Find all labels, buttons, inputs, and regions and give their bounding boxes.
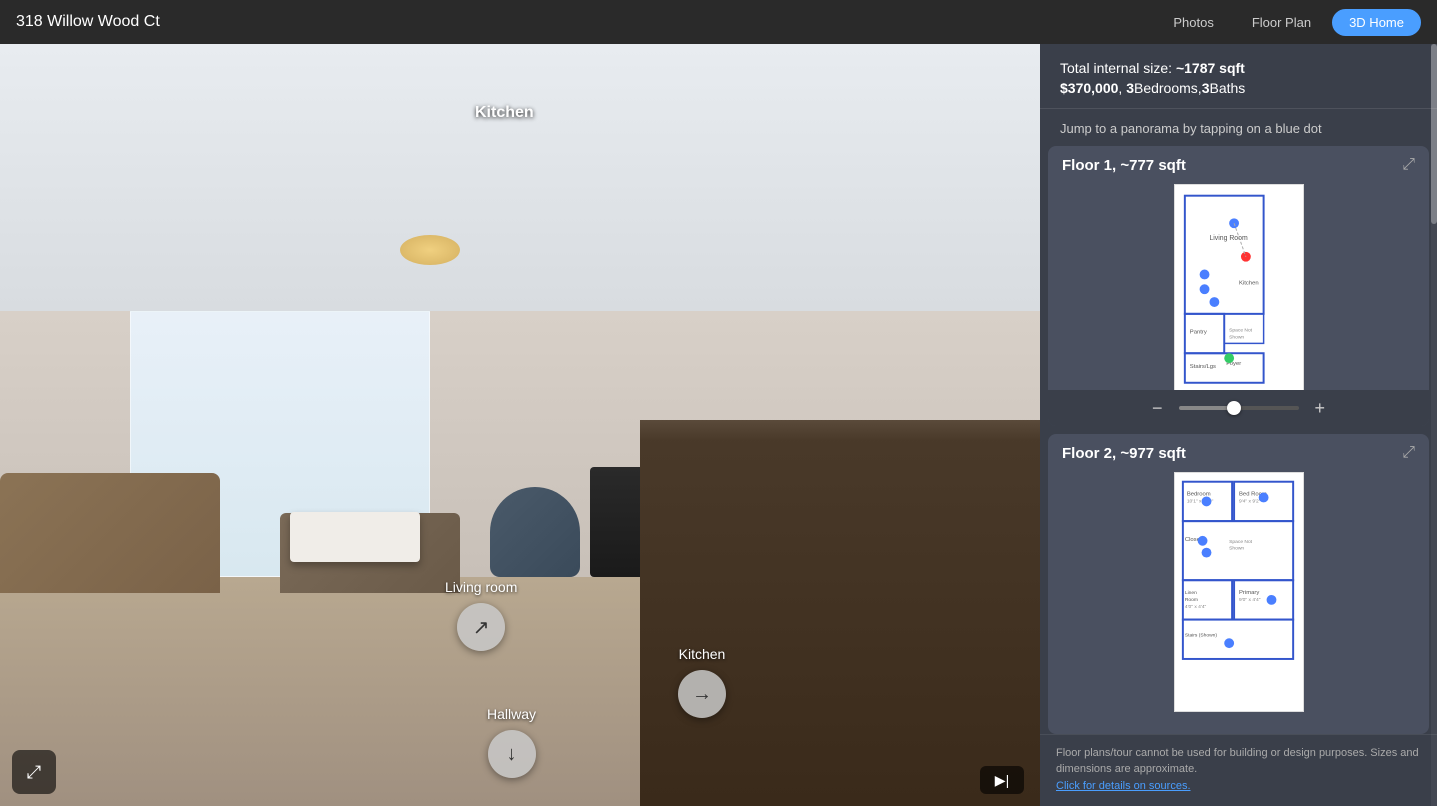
svg-text:Shown: Shown — [1229, 334, 1244, 340]
kitchen-counter-top — [640, 420, 1040, 440]
zoom-handle[interactable] — [1227, 401, 1241, 415]
floor-2-title: Floor 2, ~977 sqft — [1062, 445, 1186, 462]
hotspot-kitchen-label: Kitchen — [679, 646, 726, 662]
svg-text:Stairs (Shown): Stairs (Shown) — [1184, 632, 1217, 638]
room-ceiling — [0, 44, 1040, 311]
bedrooms-label: Bedrooms, — [1134, 80, 1202, 96]
property-info: Total internal size: ~1787 sqft $370,000… — [1040, 44, 1437, 109]
floor-2-plan-svg: Bedroom 10'1" x 11'0" Bed Room 9'4" x 9'… — [1174, 472, 1304, 712]
svg-text:Space Not: Space Not — [1229, 328, 1253, 334]
svg-text:Pantry: Pantry — [1189, 330, 1206, 336]
jump-hint: Jump to a panorama by tapping on a blue … — [1040, 109, 1437, 146]
hotspot-hallway-arrow[interactable]: ↓ — [488, 730, 536, 778]
tab-3dhome[interactable]: 3D Home — [1332, 9, 1421, 36]
svg-text:9'4" x 9'2": 9'4" x 9'2" — [1239, 498, 1261, 504]
right-panel: Total internal size: ~1787 sqft $370,000… — [1040, 44, 1437, 806]
floor-2-size: ~977 sqft — [1120, 445, 1185, 462]
floor-1-header: Floor 1, ~777 sqft ⤢ — [1048, 146, 1429, 184]
floor-1-section: Floor 1, ~777 sqft ⤢ Living Room Kitchen… — [1048, 146, 1429, 426]
svg-text:Living Room: Living Room — [1209, 235, 1247, 242]
floor-1-plan-svg: Living Room Kitchen Pantry Space Not Sho… — [1174, 184, 1304, 424]
total-size-value: ~1787 sqft — [1176, 60, 1245, 76]
floor-2-section: Floor 2, ~977 sqft ⤢ Bedroom 10'1" x 11'… — [1048, 434, 1429, 734]
hotspot-hallway-label: Hallway — [487, 706, 536, 722]
chandelier — [400, 235, 460, 265]
hotspot-living-room-arrow[interactable]: ↗ — [457, 603, 505, 651]
svg-text:Stairs/Lgs: Stairs/Lgs — [1189, 364, 1215, 370]
bedrooms-count: 3 — [1126, 80, 1134, 96]
footer-disclaimer: Floor plans/tour cannot be used for buil… — [1056, 747, 1419, 776]
panel-footer: Floor plans/tour cannot be used for buil… — [1040, 734, 1437, 806]
price-row: $370,000, 3Bedrooms,3Baths — [1060, 80, 1417, 96]
hotspot-hallway[interactable]: Hallway ↓ — [487, 706, 536, 778]
svg-text:Room: Room — [1184, 597, 1197, 603]
floor-2-map-container: Bedroom 10'1" x 11'0" Bed Room 9'4" x 9'… — [1048, 472, 1429, 720]
tab-photos[interactable]: Photos — [1156, 9, 1230, 36]
svg-text:Space Not: Space Not — [1229, 539, 1253, 545]
baths-label: Baths — [1209, 80, 1245, 96]
total-size-label: Total internal size: — [1060, 60, 1172, 76]
hotspot-kitchen-arrow[interactable]: → — [678, 670, 726, 718]
svg-text:4'0" x 4'4": 4'0" x 4'4" — [1184, 604, 1206, 610]
property-address: 318 Willow Wood Ct — [16, 13, 160, 31]
floor-2-label: Floor 2 — [1062, 445, 1112, 462]
sources-link[interactable]: Click for details on sources. — [1056, 780, 1191, 792]
floor-2-expand-icon[interactable]: ⤢ — [1402, 444, 1415, 462]
scroll-thumb[interactable] — [1431, 44, 1437, 224]
hotspot-kitchen[interactable]: Kitchen → — [678, 646, 726, 718]
panorama-view: Kitchen Living room ↗ Kitchen → Hallway … — [0, 44, 1040, 806]
floor-1-zoom-controls: − + — [1048, 390, 1429, 426]
floor-1-expand-icon[interactable]: ⤢ — [1402, 156, 1415, 174]
zoom-slider[interactable] — [1179, 406, 1299, 410]
hotspot-living-room[interactable]: Living room ↗ — [445, 579, 517, 651]
expand-icon: ⤢ — [27, 762, 41, 783]
svg-text:Linen: Linen — [1184, 590, 1196, 596]
svg-text:9'0" x 4'4": 9'0" x 4'4" — [1239, 597, 1261, 603]
zoom-minus-button[interactable]: − — [1144, 398, 1171, 419]
floor-1-label: Floor 1 — [1062, 157, 1112, 174]
zoom-plus-button[interactable]: + — [1307, 398, 1334, 419]
floor-1-title: Floor 1, ~777 sqft — [1062, 157, 1186, 174]
expand-button[interactable]: ⤢ — [12, 750, 56, 794]
svg-text:Kitchen: Kitchen — [1239, 280, 1259, 286]
floor-2-header: Floor 2, ~977 sqft ⤢ — [1048, 434, 1429, 472]
tab-floorplan[interactable]: Floor Plan — [1235, 9, 1328, 36]
sofa — [0, 473, 220, 593]
next-icon: ▶| — [995, 772, 1009, 789]
nav-tabs: Photos Floor Plan 3D Home — [1156, 9, 1421, 36]
next-button[interactable]: ▶| — [980, 766, 1024, 794]
kitchen-counter — [640, 425, 1040, 806]
floor-1-size: ~777 sqft — [1120, 157, 1185, 174]
chair-1 — [490, 487, 580, 577]
svg-text:Primary: Primary — [1239, 590, 1259, 596]
svg-text:Shown: Shown — [1229, 546, 1244, 552]
price-value: $370,000 — [1060, 80, 1118, 96]
header: 318 Willow Wood Ct Photos Floor Plan 3D … — [0, 0, 1437, 44]
coffee-table — [290, 512, 420, 562]
total-size-row: Total internal size: ~1787 sqft — [1060, 60, 1417, 76]
hotspot-living-room-label: Living room — [445, 579, 517, 595]
